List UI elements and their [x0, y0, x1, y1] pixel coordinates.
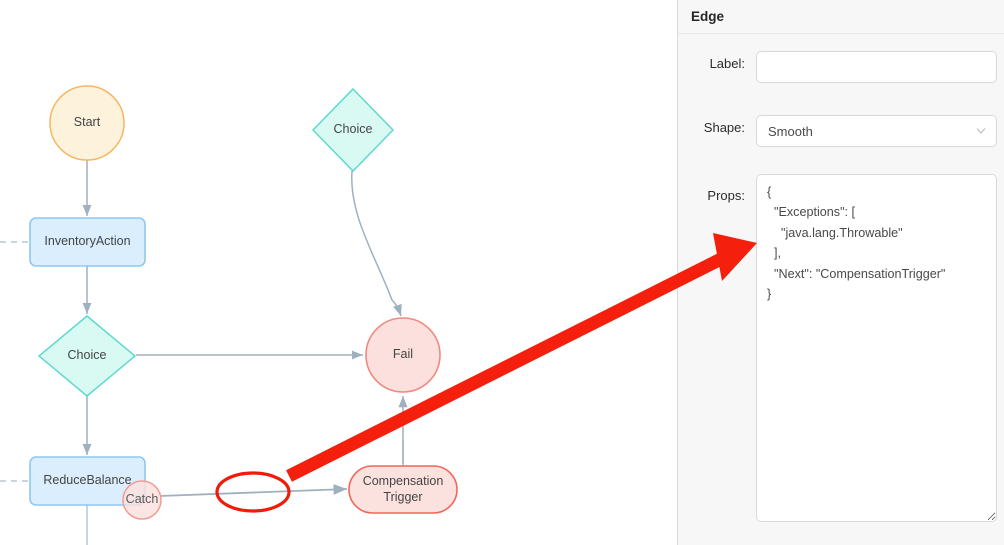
node-compensationtrigger[interactable] [348, 465, 458, 514]
app-root: Start InventoryAction Choice ReduceBalan… [0, 0, 1004, 545]
edge-properties-panel: Edge Label: Shape: Smooth Props: [677, 0, 1004, 545]
label-field-caption: Label: [709, 56, 745, 71]
edge-catch-to-compensationtrigger[interactable] [159, 484, 348, 497]
label-input[interactable] [756, 51, 997, 83]
node-choice-top[interactable] [311, 87, 395, 173]
flow-graph-svg [0, 85, 458, 545]
node-inventoryaction[interactable] [29, 217, 146, 267]
node-start[interactable] [49, 85, 125, 161]
node-fail[interactable] [365, 317, 441, 393]
panel-header: Edge [678, 0, 1004, 34]
shape-field-caption: Shape: [703, 120, 745, 135]
shape-select[interactable]: Smooth [756, 115, 997, 147]
form-row-props: Props: [678, 174, 997, 522]
flow-canvas[interactable]: Start InventoryAction Choice ReduceBalan… [0, 0, 677, 545]
props-textarea[interactable] [756, 174, 997, 522]
form-row-label: Label: [678, 51, 997, 83]
shape-select-value: Smooth [768, 123, 813, 139]
node-catch[interactable] [122, 480, 162, 520]
edge-choicetop-to-fail[interactable] [351, 170, 402, 317]
form-row-shape: Shape: Smooth [678, 115, 997, 147]
node-choice-left[interactable] [37, 315, 137, 397]
props-field-caption: Props: [707, 188, 745, 203]
panel-title: Edge [691, 9, 725, 24]
